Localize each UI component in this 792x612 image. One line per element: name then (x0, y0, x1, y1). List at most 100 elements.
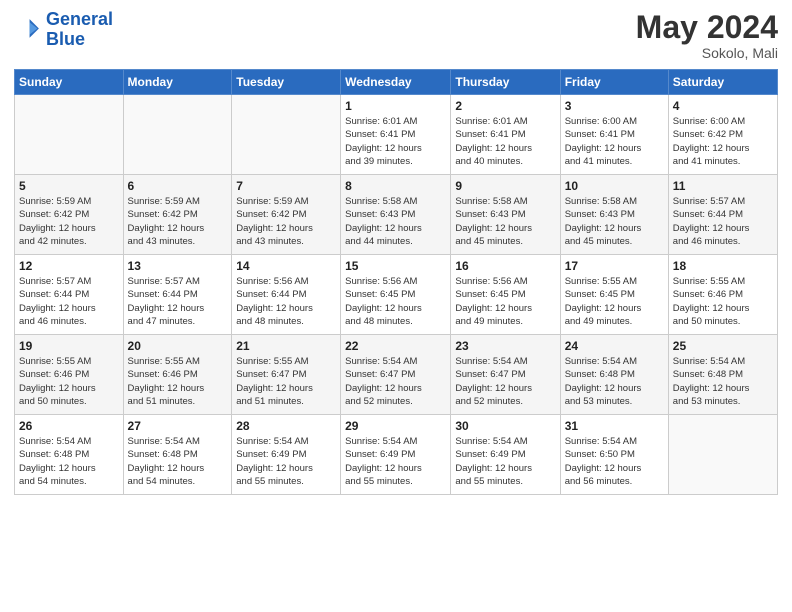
cell-info: Sunrise: 5:54 AM Sunset: 6:48 PM Dayligh… (673, 355, 773, 408)
cell-date: 16 (455, 259, 555, 273)
cell-date: 27 (128, 419, 228, 433)
calendar-cell: 7 Sunrise: 5:59 AM Sunset: 6:42 PM Daylig… (232, 175, 341, 255)
cell-info: Sunrise: 5:58 AM Sunset: 6:43 PM Dayligh… (565, 195, 664, 248)
header: General Blue May 2024 Sokolo, Mali (14, 10, 778, 61)
calendar-cell: 25 Sunrise: 5:54 AM Sunset: 6:48 PM Dayli… (668, 335, 777, 415)
cell-info: Sunrise: 5:54 AM Sunset: 6:49 PM Dayligh… (345, 435, 446, 488)
cell-date: 1 (345, 99, 446, 113)
calendar-cell: 6 Sunrise: 5:59 AM Sunset: 6:42 PM Daylig… (123, 175, 232, 255)
calendar-cell: 22 Sunrise: 5:54 AM Sunset: 6:47 PM Dayli… (341, 335, 451, 415)
cell-date: 20 (128, 339, 228, 353)
calendar-cell: 30 Sunrise: 5:54 AM Sunset: 6:49 PM Dayli… (451, 415, 560, 495)
calendar-cell: 27 Sunrise: 5:54 AM Sunset: 6:48 PM Dayli… (123, 415, 232, 495)
calendar-cell: 8 Sunrise: 5:58 AM Sunset: 6:43 PM Daylig… (341, 175, 451, 255)
calendar-week-5: 26 Sunrise: 5:54 AM Sunset: 6:48 PM Dayli… (15, 415, 778, 495)
cell-info: Sunrise: 5:59 AM Sunset: 6:42 PM Dayligh… (236, 195, 336, 248)
cell-info: Sunrise: 5:59 AM Sunset: 6:42 PM Dayligh… (128, 195, 228, 248)
calendar-cell (668, 415, 777, 495)
cell-date: 14 (236, 259, 336, 273)
cell-info: Sunrise: 5:55 AM Sunset: 6:45 PM Dayligh… (565, 275, 664, 328)
calendar-cell: 23 Sunrise: 5:54 AM Sunset: 6:47 PM Dayli… (451, 335, 560, 415)
col-sunday: Sunday (15, 70, 124, 95)
cell-info: Sunrise: 5:54 AM Sunset: 6:48 PM Dayligh… (128, 435, 228, 488)
cell-date: 9 (455, 179, 555, 193)
calendar-cell: 20 Sunrise: 5:55 AM Sunset: 6:46 PM Dayli… (123, 335, 232, 415)
cell-info: Sunrise: 5:57 AM Sunset: 6:44 PM Dayligh… (673, 195, 773, 248)
cell-date: 4 (673, 99, 773, 113)
cell-date: 8 (345, 179, 446, 193)
cell-date: 23 (455, 339, 555, 353)
cell-date: 12 (19, 259, 119, 273)
calendar-cell: 21Sunrise: 5:55 AM Sunset: 6:47 PM Dayli… (232, 335, 341, 415)
cell-info: Sunrise: 5:54 AM Sunset: 6:50 PM Dayligh… (565, 435, 664, 488)
cell-info: Sunrise: 5:55 AM Sunset: 6:46 PM Dayligh… (128, 355, 228, 408)
calendar-cell: 29 Sunrise: 5:54 AM Sunset: 6:49 PM Dayli… (341, 415, 451, 495)
cell-info: Sunrise: 5:55 AM Sunset: 6:46 PM Dayligh… (673, 275, 773, 328)
cell-date: 17 (565, 259, 664, 273)
calendar-cell: 28Sunrise: 5:54 AM Sunset: 6:49 PM Dayli… (232, 415, 341, 495)
cell-date: 11 (673, 179, 773, 193)
cell-date: 19 (19, 339, 119, 353)
cell-info: Sunrise: 5:54 AM Sunset: 6:49 PM Dayligh… (455, 435, 555, 488)
logo: General Blue (14, 10, 113, 50)
cell-info: Sunrise: 6:01 AM Sunset: 6:41 PM Dayligh… (345, 115, 446, 168)
cell-info: Sunrise: 5:58 AM Sunset: 6:43 PM Dayligh… (345, 195, 446, 248)
col-monday: Monday (123, 70, 232, 95)
days-row: Sunday Monday Tuesday Wednesday Thursday… (15, 70, 778, 95)
cell-date: 7 (236, 179, 336, 193)
cell-info: Sunrise: 5:54 AM Sunset: 6:48 PM Dayligh… (19, 435, 119, 488)
cell-date: 25 (673, 339, 773, 353)
cell-info: Sunrise: 5:54 AM Sunset: 6:47 PM Dayligh… (345, 355, 446, 408)
logo-line1: General (46, 9, 113, 29)
calendar-cell: 19Sunrise: 5:55 AM Sunset: 6:46 PM Dayli… (15, 335, 124, 415)
calendar-header: Sunday Monday Tuesday Wednesday Thursday… (15, 70, 778, 95)
cell-date: 21 (236, 339, 336, 353)
cell-date: 24 (565, 339, 664, 353)
col-wednesday: Wednesday (341, 70, 451, 95)
cell-info: Sunrise: 6:01 AM Sunset: 6:41 PM Dayligh… (455, 115, 555, 168)
location: Sokolo, Mali (636, 45, 778, 61)
col-saturday: Saturday (668, 70, 777, 95)
cell-date: 2 (455, 99, 555, 113)
cell-date: 28 (236, 419, 336, 433)
page: General Blue May 2024 Sokolo, Mali Sunda… (0, 0, 792, 612)
calendar-cell (232, 95, 341, 175)
calendar-body: 1 Sunrise: 6:01 AM Sunset: 6:41 PM Daylig… (15, 95, 778, 495)
cell-date: 31 (565, 419, 664, 433)
cell-date: 15 (345, 259, 446, 273)
cell-info: Sunrise: 6:00 AM Sunset: 6:42 PM Dayligh… (673, 115, 773, 168)
cell-info: Sunrise: 5:56 AM Sunset: 6:44 PM Dayligh… (236, 275, 336, 328)
calendar-week-4: 19 Sunrise: 5:55 AM Sunset: 6:46 PM Dayli… (15, 335, 778, 415)
calendar-cell: 4 Sunrise: 6:00 AM Sunset: 6:42 PM Daylig… (668, 95, 777, 175)
cell-info: Sunrise: 5:54 AM Sunset: 6:47 PM Dayligh… (455, 355, 555, 408)
col-tuesday: Tuesday (232, 70, 341, 95)
calendar-cell: 13Sunrise: 5:57 AM Sunset: 6:44 PM Dayli… (123, 255, 232, 335)
calendar-cell (123, 95, 232, 175)
calendar-cell: 17 Sunrise: 5:55 AM Sunset: 6:45 PM Dayli… (560, 255, 668, 335)
logo-text: General Blue (46, 10, 113, 50)
calendar-cell: 5Sunrise: 5:59 AM Sunset: 6:42 PM Daylig… (15, 175, 124, 255)
calendar-cell: 14 Sunrise: 5:56 AM Sunset: 6:44 PM Dayli… (232, 255, 341, 335)
calendar-cell: 12 Sunrise: 5:57 AM Sunset: 6:44 PM Dayli… (15, 255, 124, 335)
calendar-cell: 10Sunrise: 5:58 AM Sunset: 6:43 PM Dayli… (560, 175, 668, 255)
cell-date: 5 (19, 179, 119, 193)
calendar-cell: 2 Sunrise: 6:01 AM Sunset: 6:41 PM Daylig… (451, 95, 560, 175)
calendar-cell: 1 Sunrise: 6:01 AM Sunset: 6:41 PM Daylig… (341, 95, 451, 175)
cell-date: 18 (673, 259, 773, 273)
cell-info: Sunrise: 5:57 AM Sunset: 6:44 PM Dayligh… (19, 275, 119, 328)
calendar-week-2: 5 Sunrise: 5:59 AM Sunset: 6:42 PM Daylig… (15, 175, 778, 255)
calendar-cell (15, 95, 124, 175)
cell-date: 26 (19, 419, 119, 433)
cell-date: 6 (128, 179, 228, 193)
cell-date: 30 (455, 419, 555, 433)
calendar-cell: 31 Sunrise: 5:54 AM Sunset: 6:50 PM Dayli… (560, 415, 668, 495)
cell-date: 3 (565, 99, 664, 113)
cell-date: 29 (345, 419, 446, 433)
calendar-cell: 24 Sunrise: 5:54 AM Sunset: 6:48 PM Dayli… (560, 335, 668, 415)
col-friday: Friday (560, 70, 668, 95)
cell-date: 22 (345, 339, 446, 353)
cell-info: Sunrise: 5:54 AM Sunset: 6:48 PM Dayligh… (565, 355, 664, 408)
calendar-cell: 26 Sunrise: 5:54 AM Sunset: 6:48 PM Dayli… (15, 415, 124, 495)
cell-info: Sunrise: 5:58 AM Sunset: 6:43 PM Dayligh… (455, 195, 555, 248)
calendar: Sunday Monday Tuesday Wednesday Thursday… (14, 69, 778, 495)
